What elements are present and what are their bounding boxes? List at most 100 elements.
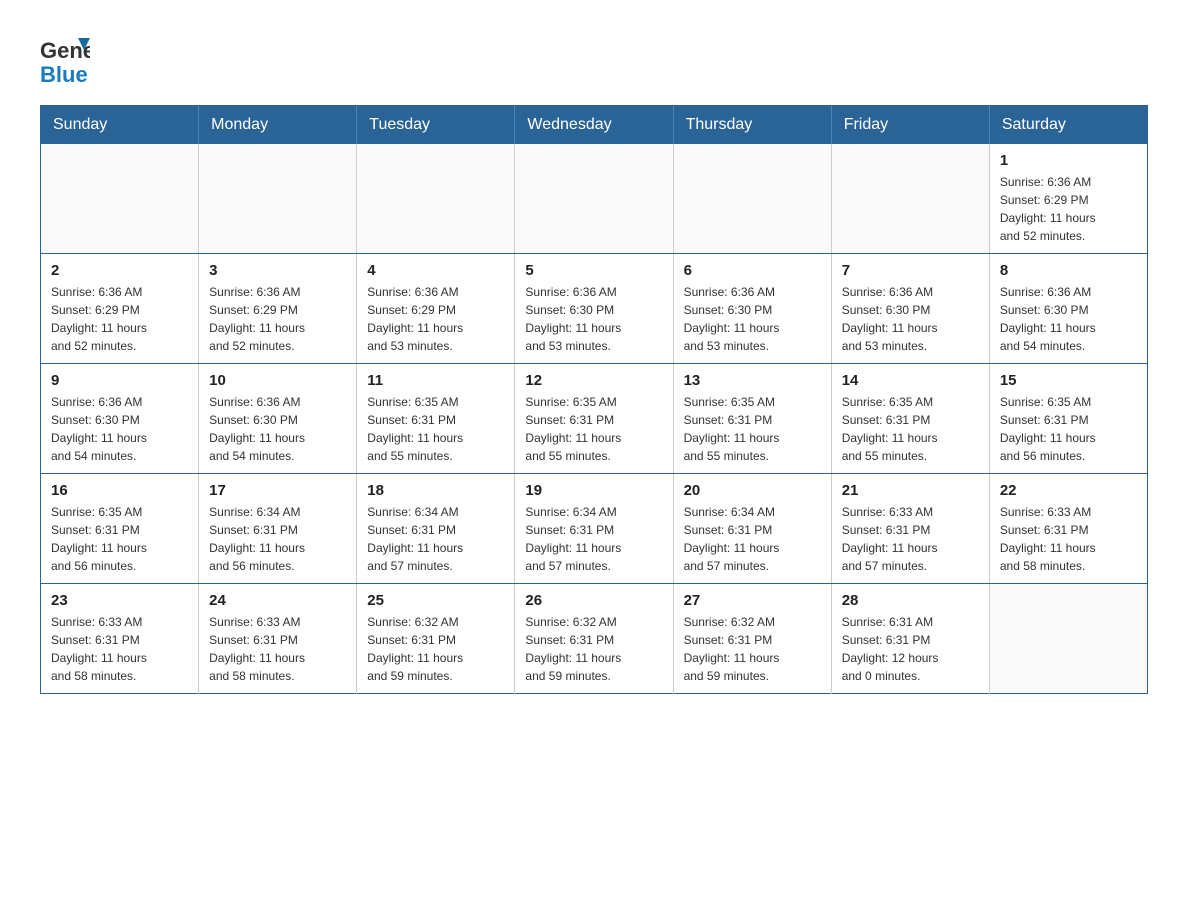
day-info: Sunrise: 6:35 AMSunset: 6:31 PMDaylight:… xyxy=(1000,393,1137,465)
calendar-day: 19Sunrise: 6:34 AMSunset: 6:31 PMDayligh… xyxy=(515,474,673,584)
calendar-day: 6 Sunrise: 6:36 AMSunset: 6:30 PMDaylight… xyxy=(673,254,831,364)
day-info: Sunrise: 6:36 AMSunset: 6:29 PMDaylight:… xyxy=(367,283,504,355)
day-info: Sunrise: 6:36 AMSunset: 6:29 PMDaylight:… xyxy=(209,283,346,355)
calendar-day: 9 Sunrise: 6:36 AMSunset: 6:30 PMDaylight… xyxy=(41,364,199,474)
day-info: Sunrise: 6:35 AMSunset: 6:31 PMDaylight:… xyxy=(51,503,188,575)
day-number: 21 xyxy=(842,482,979,499)
day-number: 22 xyxy=(1000,482,1137,499)
calendar-day: 23Sunrise: 6:33 AMSunset: 6:31 PMDayligh… xyxy=(41,584,199,694)
day-number: 4 xyxy=(367,262,504,279)
day-info: Sunrise: 6:32 AMSunset: 6:31 PMDaylight:… xyxy=(367,613,504,685)
day-info: Sunrise: 6:36 AMSunset: 6:30 PMDaylight:… xyxy=(525,283,662,355)
calendar-week-5: 23Sunrise: 6:33 AMSunset: 6:31 PMDayligh… xyxy=(41,584,1148,694)
calendar-day: 7 Sunrise: 6:36 AMSunset: 6:30 PMDaylight… xyxy=(831,254,989,364)
day-info: Sunrise: 6:35 AMSunset: 6:31 PMDaylight:… xyxy=(842,393,979,465)
day-info: Sunrise: 6:36 AMSunset: 6:30 PMDaylight:… xyxy=(209,393,346,465)
day-info: Sunrise: 6:36 AMSunset: 6:30 PMDaylight:… xyxy=(684,283,821,355)
day-number: 27 xyxy=(684,592,821,609)
calendar-week-1: 1 Sunrise: 6:36 AMSunset: 6:29 PMDaylight… xyxy=(41,144,1148,254)
logo-icon: General Blue xyxy=(40,30,90,85)
page-header: General Blue xyxy=(40,30,1148,85)
calendar-table: SundayMondayTuesdayWednesdayThursdayFrid… xyxy=(40,105,1148,694)
calendar-header-sunday: Sunday xyxy=(41,106,199,145)
calendar-header-friday: Friday xyxy=(831,106,989,145)
day-info: Sunrise: 6:34 AMSunset: 6:31 PMDaylight:… xyxy=(367,503,504,575)
calendar-day xyxy=(41,144,199,254)
day-info: Sunrise: 6:35 AMSunset: 6:31 PMDaylight:… xyxy=(367,393,504,465)
day-number: 6 xyxy=(684,262,821,279)
calendar-day: 17Sunrise: 6:34 AMSunset: 6:31 PMDayligh… xyxy=(199,474,357,584)
day-info: Sunrise: 6:33 AMSunset: 6:31 PMDaylight:… xyxy=(842,503,979,575)
day-number: 13 xyxy=(684,372,821,389)
calendar-day: 16 Sunrise: 6:35 AMSunset: 6:31 PMDayligh… xyxy=(41,474,199,584)
calendar-day: 21 Sunrise: 6:33 AMSunset: 6:31 PMDayligh… xyxy=(831,474,989,584)
day-number: 26 xyxy=(525,592,662,609)
day-number: 2 xyxy=(51,262,188,279)
calendar-week-2: 2 Sunrise: 6:36 AMSunset: 6:29 PMDaylight… xyxy=(41,254,1148,364)
calendar-header-monday: Monday xyxy=(199,106,357,145)
calendar-day: 14Sunrise: 6:35 AMSunset: 6:31 PMDayligh… xyxy=(831,364,989,474)
day-info: Sunrise: 6:33 AMSunset: 6:31 PMDaylight:… xyxy=(1000,503,1137,575)
calendar-header-wednesday: Wednesday xyxy=(515,106,673,145)
day-number: 5 xyxy=(525,262,662,279)
day-info: Sunrise: 6:36 AMSunset: 6:30 PMDaylight:… xyxy=(842,283,979,355)
calendar-day xyxy=(989,584,1147,694)
calendar-day: 13 Sunrise: 6:35 AMSunset: 6:31 PMDayligh… xyxy=(673,364,831,474)
day-info: Sunrise: 6:36 AMSunset: 6:29 PMDaylight:… xyxy=(1000,173,1137,245)
calendar-day: 18 Sunrise: 6:34 AMSunset: 6:31 PMDayligh… xyxy=(357,474,515,584)
calendar-day xyxy=(673,144,831,254)
day-number: 9 xyxy=(51,372,188,389)
calendar-week-4: 16 Sunrise: 6:35 AMSunset: 6:31 PMDayligh… xyxy=(41,474,1148,584)
calendar-day: 4 Sunrise: 6:36 AMSunset: 6:29 PMDaylight… xyxy=(357,254,515,364)
day-number: 16 xyxy=(51,482,188,499)
day-info: Sunrise: 6:33 AMSunset: 6:31 PMDaylight:… xyxy=(209,613,346,685)
calendar-day xyxy=(199,144,357,254)
day-info: Sunrise: 6:33 AMSunset: 6:31 PMDaylight:… xyxy=(51,613,188,685)
calendar-header-thursday: Thursday xyxy=(673,106,831,145)
day-number: 12 xyxy=(525,372,662,389)
calendar-day: 5 Sunrise: 6:36 AMSunset: 6:30 PMDaylight… xyxy=(515,254,673,364)
calendar-week-3: 9 Sunrise: 6:36 AMSunset: 6:30 PMDaylight… xyxy=(41,364,1148,474)
calendar-day: 1 Sunrise: 6:36 AMSunset: 6:29 PMDaylight… xyxy=(989,144,1147,254)
day-number: 1 xyxy=(1000,152,1137,169)
calendar-day: 3 Sunrise: 6:36 AMSunset: 6:29 PMDaylight… xyxy=(199,254,357,364)
day-number: 20 xyxy=(684,482,821,499)
day-number: 8 xyxy=(1000,262,1137,279)
day-number: 7 xyxy=(842,262,979,279)
day-info: Sunrise: 6:36 AMSunset: 6:30 PMDaylight:… xyxy=(1000,283,1137,355)
calendar-header-saturday: Saturday xyxy=(989,106,1147,145)
day-info: Sunrise: 6:35 AMSunset: 6:31 PMDaylight:… xyxy=(525,393,662,465)
calendar-day: 12 Sunrise: 6:35 AMSunset: 6:31 PMDayligh… xyxy=(515,364,673,474)
calendar-day xyxy=(357,144,515,254)
day-number: 18 xyxy=(367,482,504,499)
day-info: Sunrise: 6:34 AMSunset: 6:31 PMDaylight:… xyxy=(684,503,821,575)
calendar-day xyxy=(515,144,673,254)
day-number: 15 xyxy=(1000,372,1137,389)
calendar-day: 11 Sunrise: 6:35 AMSunset: 6:31 PMDayligh… xyxy=(357,364,515,474)
day-number: 11 xyxy=(367,372,504,389)
calendar-day: 26 Sunrise: 6:32 AMSunset: 6:31 PMDayligh… xyxy=(515,584,673,694)
day-info: Sunrise: 6:32 AMSunset: 6:31 PMDaylight:… xyxy=(525,613,662,685)
calendar-day: 27 Sunrise: 6:32 AMSunset: 6:31 PMDayligh… xyxy=(673,584,831,694)
day-number: 17 xyxy=(209,482,346,499)
day-info: Sunrise: 6:36 AMSunset: 6:30 PMDaylight:… xyxy=(51,393,188,465)
calendar-header-tuesday: Tuesday xyxy=(357,106,515,145)
calendar-day: 20 Sunrise: 6:34 AMSunset: 6:31 PMDayligh… xyxy=(673,474,831,584)
day-info: Sunrise: 6:36 AMSunset: 6:29 PMDaylight:… xyxy=(51,283,188,355)
day-number: 28 xyxy=(842,592,979,609)
calendar-day: 15 Sunrise: 6:35 AMSunset: 6:31 PMDayligh… xyxy=(989,364,1147,474)
day-info: Sunrise: 6:35 AMSunset: 6:31 PMDaylight:… xyxy=(684,393,821,465)
day-number: 25 xyxy=(367,592,504,609)
calendar-day: 25 Sunrise: 6:32 AMSunset: 6:31 PMDayligh… xyxy=(357,584,515,694)
day-number: 19 xyxy=(525,482,662,499)
day-number: 3 xyxy=(209,262,346,279)
day-info: Sunrise: 6:32 AMSunset: 6:31 PMDaylight:… xyxy=(684,613,821,685)
day-number: 10 xyxy=(209,372,346,389)
calendar-day xyxy=(831,144,989,254)
day-info: Sunrise: 6:31 AMSunset: 6:31 PMDaylight:… xyxy=(842,613,979,685)
day-number: 24 xyxy=(209,592,346,609)
calendar-day: 8 Sunrise: 6:36 AMSunset: 6:30 PMDaylight… xyxy=(989,254,1147,364)
calendar-day: 10 Sunrise: 6:36 AMSunset: 6:30 PMDayligh… xyxy=(199,364,357,474)
calendar-header-row: SundayMondayTuesdayWednesdayThursdayFrid… xyxy=(41,106,1148,145)
calendar-day: 24 Sunrise: 6:33 AMSunset: 6:31 PMDayligh… xyxy=(199,584,357,694)
